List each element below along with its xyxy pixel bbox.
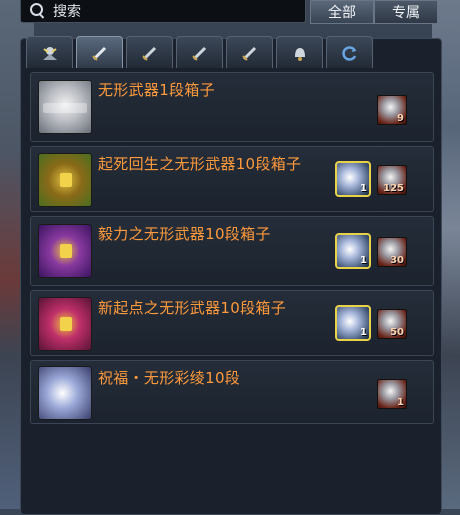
item-list: 无形武器1段箱子 9 起死回生之无形武器10段箱子 1 125 毅力之无形武器1…: [30, 72, 434, 428]
cost-quantity: 125: [383, 183, 404, 194]
material-icon[interactable]: 1: [335, 233, 371, 269]
refresh-icon: [341, 45, 356, 61]
material-icon[interactable]: 1: [377, 379, 407, 409]
currency-icon[interactable]: 125: [377, 165, 407, 195]
purple-chest-icon: [38, 224, 92, 278]
material-quantity: 1: [360, 183, 367, 194]
material-quantity: 1: [360, 327, 367, 338]
search-icon: [29, 2, 47, 20]
item-name: 新起点之无形武器10段箱子: [98, 299, 286, 317]
search-bar[interactable]: 搜索: [20, 0, 306, 23]
material-icon[interactable]: 1: [335, 305, 371, 341]
item-name: 毅力之无形武器10段箱子: [98, 225, 271, 243]
item-name: 无形武器1段箱子: [98, 81, 215, 99]
currency-icon[interactable]: 9: [377, 95, 407, 125]
category-tabs: [26, 36, 373, 68]
currency-icon[interactable]: 30: [377, 237, 407, 267]
filter-exclusive-button[interactable]: 专属: [374, 0, 438, 24]
tab-refresh[interactable]: [326, 36, 373, 68]
bell-icon: [294, 47, 305, 61]
red-chest-icon: [38, 297, 92, 351]
list-item[interactable]: 毅力之无形武器10段箱子 1 30: [30, 216, 434, 286]
sword-icon: [91, 46, 106, 61]
cost-quantity: 1: [397, 397, 404, 408]
tab-weapon-1[interactable]: [76, 36, 123, 68]
search-input[interactable]: 搜索: [53, 1, 81, 21]
green-chest-icon: [38, 153, 92, 207]
list-item[interactable]: 起死回生之无形武器10段箱子 1 125: [30, 146, 434, 212]
sword-icon: [141, 46, 156, 61]
item-name: 起死回生之无形武器10段箱子: [98, 155, 302, 173]
silver-chest-icon: [38, 80, 92, 134]
tab-weapon-2[interactable]: [126, 36, 173, 68]
tab-fairy[interactable]: [26, 36, 73, 68]
list-item[interactable]: 祝福・无形彩绫10段 1: [30, 360, 434, 424]
currency-icon[interactable]: 50: [377, 309, 407, 339]
tab-weapon-3[interactable]: [176, 36, 223, 68]
tab-accessory[interactable]: [276, 36, 323, 68]
filter-group: 全部 专属: [310, 0, 438, 24]
cost-quantity: 30: [390, 255, 404, 266]
cost-quantity: 9: [397, 113, 404, 124]
material-quantity: 1: [360, 255, 367, 266]
item-name: 祝福・无形彩绫10段: [98, 369, 241, 387]
list-item[interactable]: 新起点之无形武器10段箱子 1 50: [30, 290, 434, 356]
list-item[interactable]: 无形武器1段箱子 9: [30, 72, 434, 142]
fairy-icon: [42, 46, 57, 60]
sword-icon: [191, 46, 206, 61]
filter-all-button[interactable]: 全部: [310, 0, 374, 24]
ribbon-icon: [38, 366, 92, 420]
sword-icon: [241, 46, 256, 61]
cost-quantity: 50: [390, 327, 404, 338]
tab-weapon-4[interactable]: [226, 36, 273, 68]
material-icon[interactable]: 1: [335, 161, 371, 197]
